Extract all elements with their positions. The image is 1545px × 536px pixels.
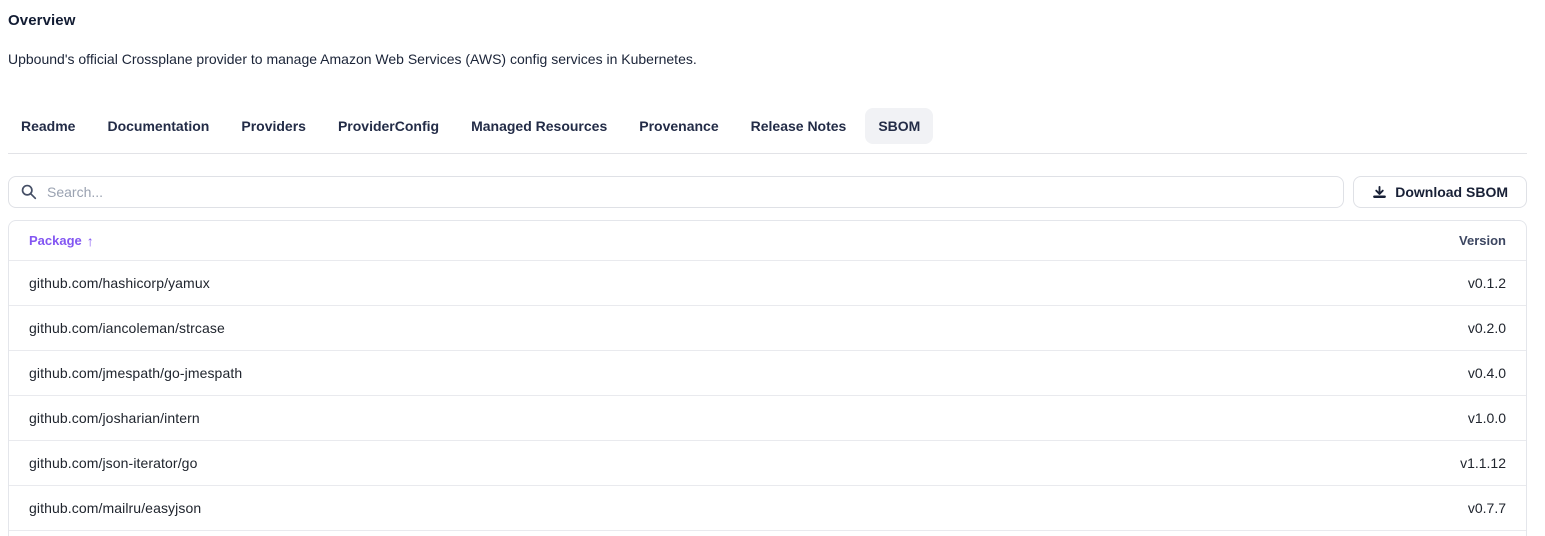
- package-name: github.com/hashicorp/yamux: [29, 275, 210, 291]
- table-row[interactable]: github.com/hashicorp/yamux v0.1.2: [9, 260, 1526, 305]
- column-header-package-label: Package: [29, 233, 82, 248]
- sbom-toolbar: Download SBOM: [8, 176, 1527, 208]
- package-name: github.com/iancoleman/strcase: [29, 320, 225, 336]
- search-icon: [20, 183, 37, 200]
- download-icon: [1372, 185, 1387, 200]
- sbom-table: Package ↑ Version github.com/hashicorp/y…: [8, 220, 1527, 536]
- tab-providers[interactable]: Providers: [228, 108, 319, 144]
- table-row[interactable]: github.com/json-iterator/go v1.1.12: [9, 440, 1526, 485]
- tab-sbom[interactable]: SBOM: [865, 108, 933, 144]
- package-name: github.com/jmespath/go-jmespath: [29, 365, 242, 381]
- column-header-package[interactable]: Package ↑: [29, 233, 94, 249]
- tab-documentation[interactable]: Documentation: [94, 108, 222, 144]
- tab-release-notes[interactable]: Release Notes: [738, 108, 860, 144]
- package-version: v0.7.7: [1468, 500, 1506, 516]
- package-name: github.com/josharian/intern: [29, 410, 200, 426]
- download-sbom-label: Download SBOM: [1395, 184, 1508, 200]
- table-row[interactable]: github.com/mailru/easyjson v0.7.7: [9, 485, 1526, 530]
- table-row[interactable]: github.com/iancoleman/strcase v0.2.0: [9, 305, 1526, 350]
- tab-provenance[interactable]: Provenance: [626, 108, 731, 144]
- column-header-version[interactable]: Version: [1459, 233, 1506, 248]
- download-sbom-button[interactable]: Download SBOM: [1353, 176, 1527, 208]
- package-version: v1.0.0: [1468, 410, 1506, 426]
- package-version: v1.1.12: [1460, 455, 1506, 471]
- search-input[interactable]: [8, 176, 1344, 208]
- table-header-row: Package ↑ Version: [9, 221, 1526, 260]
- page-content: Overview Upbound's official Crossplane p…: [0, 12, 1527, 536]
- tab-readme[interactable]: Readme: [8, 108, 88, 144]
- package-name: github.com/mailru/easyjson: [29, 500, 201, 516]
- page-title: Overview: [8, 12, 1527, 29]
- table-row-partial: [9, 530, 1526, 536]
- tab-divider: [8, 153, 1527, 154]
- tab-providerconfig[interactable]: ProviderConfig: [325, 108, 452, 144]
- page-description: Upbound's official Crossplane provider t…: [8, 51, 1527, 67]
- tab-bar: Readme Documentation Providers ProviderC…: [8, 108, 1527, 144]
- sort-ascending-icon: ↑: [87, 233, 94, 249]
- table-row[interactable]: github.com/jmespath/go-jmespath v0.4.0: [9, 350, 1526, 395]
- package-version: v0.2.0: [1468, 320, 1506, 336]
- tab-managed-resources[interactable]: Managed Resources: [458, 108, 620, 144]
- search-box: [8, 176, 1344, 208]
- package-version: v0.4.0: [1468, 365, 1506, 381]
- package-version: v0.1.2: [1468, 275, 1506, 291]
- table-row[interactable]: github.com/josharian/intern v1.0.0: [9, 395, 1526, 440]
- package-name: github.com/json-iterator/go: [29, 455, 197, 471]
